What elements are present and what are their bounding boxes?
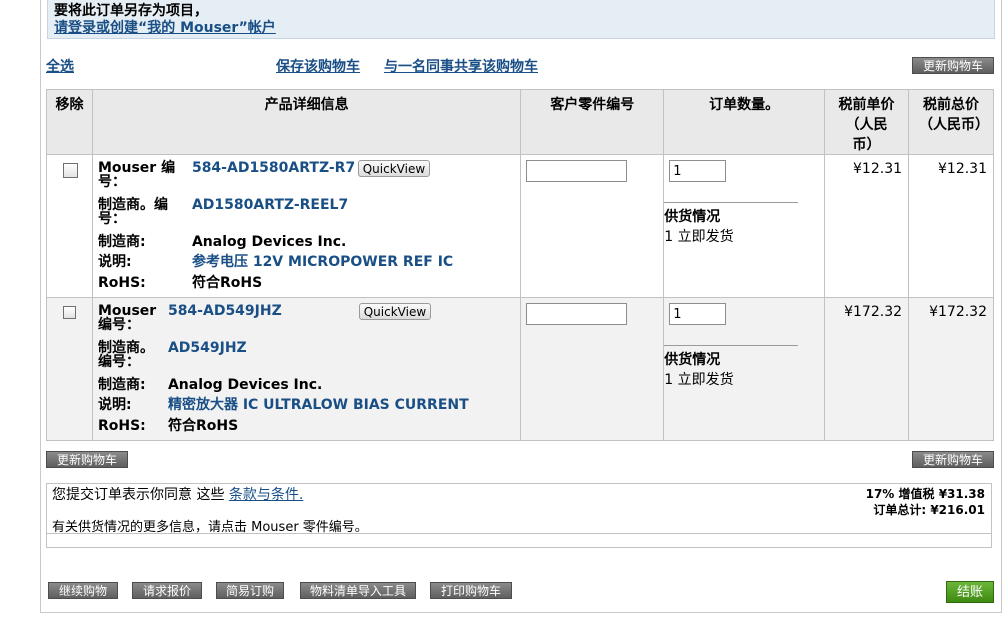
mfr-value: Analog Devices Inc. bbox=[191, 234, 347, 250]
desc-link[interactable]: 精密放大器 IC ULTRALOW BIAS CURRENT bbox=[168, 398, 469, 412]
mfr-value: Analog Devices Inc. bbox=[167, 377, 323, 393]
ext-price: ¥12.31 bbox=[938, 161, 987, 177]
rohs-label: RoHS: bbox=[97, 418, 146, 434]
save-cart-link[interactable]: 保存该购物车 bbox=[276, 56, 360, 76]
order-total: 订单总计: ¥216.01 bbox=[873, 503, 985, 517]
update-cart-button-top[interactable]: 更新购物车 bbox=[912, 57, 994, 74]
rohs-label: RoHS: bbox=[97, 275, 146, 291]
request-quote-button[interactable]: 请求报价 bbox=[132, 582, 202, 599]
continue-shopping-button[interactable]: 继续购物 bbox=[48, 582, 118, 599]
divider bbox=[47, 533, 991, 534]
header-remove: 移除 bbox=[46, 89, 93, 155]
checkout-button[interactable]: 结账 bbox=[946, 581, 994, 603]
customer-part-input[interactable] bbox=[526, 303, 628, 325]
mfr-part-link[interactable]: AD1580ARTZ-REEL7 bbox=[192, 198, 348, 212]
rohs-value: 符合RoHS bbox=[191, 275, 263, 291]
mfr-label: 制造商: bbox=[97, 377, 146, 393]
login-link[interactable]: 请登录或创建“我的 Mouser”帐户 bbox=[54, 17, 276, 37]
mouser-part-link[interactable]: 584-AD1580ARTZ-R7 bbox=[192, 161, 355, 175]
availability-status: 1 立即发货 bbox=[664, 372, 734, 388]
unit-price: ¥172.32 bbox=[844, 304, 903, 320]
table-row: Mouser 编号： 584-AD549JHZ QuickView 制造商。编号… bbox=[46, 297, 994, 441]
header-customer-part: 客户零件编号 bbox=[520, 89, 665, 155]
availability: 供货情况 1 立即发货 bbox=[664, 345, 799, 389]
table-row: Mouser 编号： 584-AD1580ARTZ-R7 QuickView 制… bbox=[46, 154, 994, 298]
availability-title: 供货情况 bbox=[664, 209, 721, 225]
mouser-no-label: Mouser 编号： bbox=[97, 303, 157, 333]
share-cart-link[interactable]: 与一名同事共享该购物车 bbox=[384, 56, 538, 76]
terms-link[interactable]: 条款与条件. bbox=[229, 487, 303, 503]
mouser-no-label: Mouser 编号： bbox=[97, 160, 176, 190]
header-qty: 订单数量。 bbox=[663, 89, 826, 155]
login-notice: 要将此订单另存为项目， 请登录或创建“我的 Mouser”帐户 bbox=[47, 0, 995, 39]
desc-link[interactable]: 参考电压 12V MICROPOWER REF IC bbox=[192, 255, 453, 269]
cart-table: 移除 产品详细信息 客户零件编号 订单数量。 税前单价（人民币） 税前总价（人民… bbox=[46, 89, 994, 441]
quickview-button[interactable]: QuickView bbox=[358, 303, 431, 320]
unit-price: ¥12.31 bbox=[853, 161, 903, 177]
ext-price: ¥172.32 bbox=[929, 304, 987, 320]
remove-checkbox[interactable] bbox=[63, 306, 76, 319]
qty-input[interactable] bbox=[669, 160, 727, 182]
availability-status: 1 立即发货 bbox=[664, 229, 734, 245]
mfr-label: 制造商: bbox=[97, 234, 146, 250]
rohs-value: 符合RoHS bbox=[167, 418, 239, 434]
header-row: 移除 产品详细信息 客户零件编号 订单数量。 税前单价（人民币） 税前总价（人民… bbox=[46, 89, 994, 155]
bom-import-button[interactable]: 物料清单导入工具 bbox=[300, 582, 416, 599]
terms-prefix: 您提交订单表示你同意 这些 bbox=[52, 487, 225, 503]
header-product: 产品详细信息 bbox=[91, 89, 522, 155]
update-cart-button-bottom-left[interactable]: 更新购物车 bbox=[46, 451, 128, 468]
terms-text: 您提交订单表示你同意 这些 条款与条件. bbox=[52, 484, 303, 504]
quickview-button[interactable]: QuickView bbox=[357, 160, 430, 177]
easy-order-button[interactable]: 简易订购 bbox=[216, 582, 284, 599]
vat-amount: 17% 增值税 ¥31.38 bbox=[865, 487, 985, 501]
select-all-link[interactable]: 全选 bbox=[46, 56, 74, 76]
update-cart-button-bottom-right[interactable]: 更新购物车 bbox=[912, 451, 994, 468]
desc-label: 说明: bbox=[97, 397, 132, 413]
mouser-part-link[interactable]: 584-AD549JHZ bbox=[168, 304, 282, 318]
order-summary: 您提交订单表示你同意 这些 条款与条件. 有关供货情况的更多信息，请点击 Mou… bbox=[46, 483, 992, 548]
mfr-part-link[interactable]: AD549JHZ bbox=[168, 341, 247, 355]
remove-checkbox[interactable] bbox=[63, 163, 78, 178]
qty-input[interactable] bbox=[669, 303, 727, 325]
mfr-no-label: 制造商。编号： bbox=[97, 340, 154, 370]
header-ext-price: 税前总价（人民币） bbox=[908, 89, 994, 155]
mfr-no-label: 制造商。编号： bbox=[97, 197, 168, 227]
header-unit-price: 税前单价（人民币） bbox=[824, 89, 910, 155]
print-cart-button[interactable]: 打印购物车 bbox=[430, 582, 512, 599]
customer-part-input[interactable] bbox=[526, 160, 628, 182]
availability: 供货情况 1 立即发货 bbox=[664, 202, 799, 246]
desc-label: 说明: bbox=[97, 254, 132, 270]
availability-title: 供货情况 bbox=[664, 352, 721, 368]
